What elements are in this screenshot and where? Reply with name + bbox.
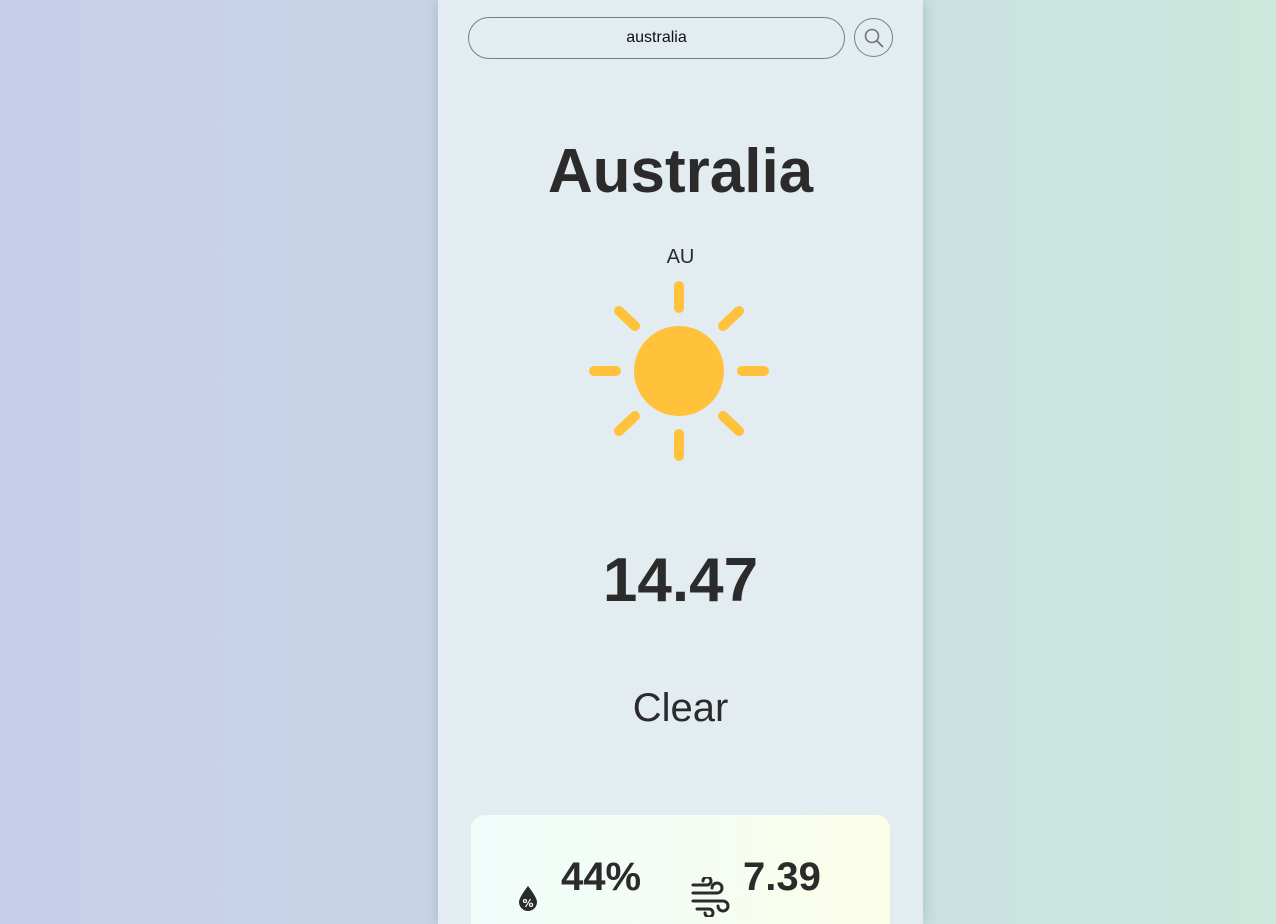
country-code: AU	[666, 246, 695, 268]
temperature-value: 14.47	[602, 546, 759, 615]
humidity-drop-icon: %	[519, 886, 537, 911]
search-input[interactable]	[468, 17, 845, 59]
search-bar	[468, 17, 893, 59]
weather-description: Clear	[632, 686, 729, 730]
sun-icon	[589, 281, 769, 461]
search-icon	[864, 28, 883, 47]
humidity-value: 44%	[561, 855, 642, 899]
details-panel: % 44% 7.39	[471, 815, 890, 924]
wind-icon	[691, 877, 730, 917]
weather-card: Australia AU 14.47 Clear % 44%	[438, 0, 923, 924]
search-button[interactable]	[854, 18, 893, 57]
svg-text:%: %	[522, 897, 533, 910]
wind-speed-value: 7.39	[743, 855, 821, 899]
city-name: Australia	[547, 137, 814, 206]
